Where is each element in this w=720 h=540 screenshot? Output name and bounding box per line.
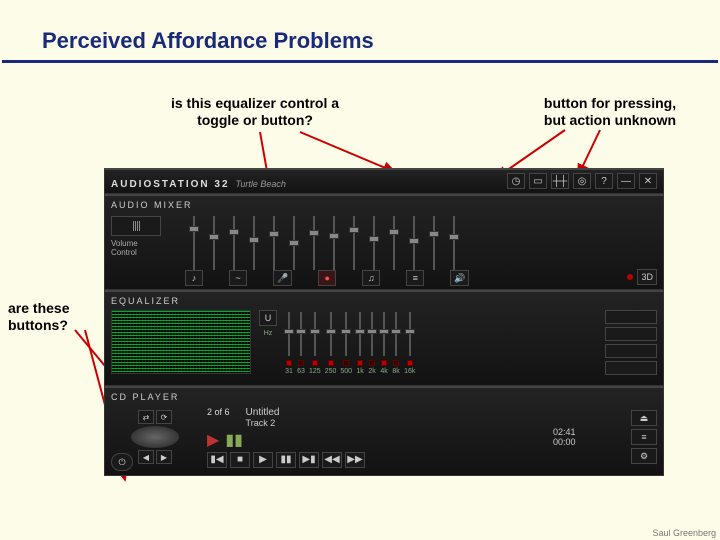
record-icon[interactable]: ●	[318, 270, 336, 286]
eq-band-toggle[interactable]	[328, 360, 334, 366]
app-titlebar: AUDIOSTATION 32 Turtle Beach ◷ ▭ ┼┼ ◎ ? …	[104, 168, 664, 194]
cd-tool-button[interactable]: ⚙	[631, 448, 657, 464]
eq-u-button[interactable]: U	[259, 310, 277, 326]
next-button[interactable]: ▶▮	[299, 452, 319, 468]
clock-icon[interactable]: ◷	[507, 173, 525, 189]
eq-slider[interactable]	[406, 310, 414, 358]
mixer-slider[interactable]	[249, 214, 259, 272]
cd-mode-button[interactable]: ⇄	[138, 410, 154, 424]
cd-skip-right[interactable]: ▶	[156, 450, 172, 464]
mixer-slider[interactable]	[309, 214, 319, 272]
cd-title: CD PLAYER	[111, 392, 657, 402]
folder-icon[interactable]: ▭	[529, 173, 547, 189]
eq-preset-button[interactable]	[605, 361, 657, 375]
speaker-icon[interactable]: 🔊	[450, 270, 469, 286]
ffwd-button[interactable]: ▶▶	[345, 452, 365, 468]
cd-skip-left[interactable]: ◀	[138, 450, 154, 464]
cd-counter: 2 of 6	[207, 407, 230, 417]
mic-icon[interactable]: 🎤	[273, 270, 292, 286]
cd-mode-button[interactable]: ⟳	[156, 410, 172, 424]
pause-indicator-icon: ▮▮	[225, 430, 243, 450]
equalizer-title: EQUALIZER	[111, 296, 657, 306]
eq-band-toggle[interactable]	[298, 360, 304, 366]
eq-slider[interactable]	[285, 310, 293, 358]
eq-preset-button[interactable]	[605, 344, 657, 358]
cd-list-button[interactable]: ≡	[631, 429, 657, 445]
mixer-slider[interactable]	[449, 214, 459, 272]
eq-hz-label: Hz	[264, 330, 273, 337]
minimize-icon[interactable]: —	[617, 173, 635, 189]
eq-slider[interactable]	[368, 310, 376, 358]
mixer-slider[interactable]	[329, 214, 339, 272]
globe-icon[interactable]: ◎	[573, 173, 591, 189]
rew-button[interactable]: ◀◀	[322, 452, 342, 468]
mixer-slider[interactable]	[229, 214, 239, 272]
app-brand-name: AUDIOSTATION 32	[111, 179, 230, 190]
eq-band-toggle[interactable]	[407, 360, 413, 366]
equalizer-section: EQUALIZER U Hz 31 63 125 250 500 1k 2k 4…	[104, 290, 664, 386]
graph-icon[interactable]: ┼┼	[551, 173, 569, 189]
eq-band-toggle[interactable]	[381, 360, 387, 366]
cd-disc-icon	[131, 426, 179, 448]
stop-button[interactable]: ■	[230, 452, 250, 468]
mixer-slider[interactable]	[189, 214, 199, 272]
eq-sliders: 31 63 125 250 500 1k 2k 4k 8k 16k	[285, 310, 593, 375]
eq-slider[interactable]	[356, 310, 364, 358]
eq-slider[interactable]	[297, 310, 305, 358]
eq-slider[interactable]	[311, 310, 319, 358]
wave-icon[interactable]: ~	[229, 270, 247, 286]
mixer-title: AUDIO MIXER	[111, 200, 657, 210]
play-button[interactable]: ▶	[253, 452, 273, 468]
eq-band-toggle[interactable]	[369, 360, 375, 366]
eq-preset-button[interactable]	[605, 327, 657, 341]
cd-time-elapsed: 02:41	[553, 427, 623, 437]
eq-slider[interactable]	[392, 310, 400, 358]
eq-band-toggle[interactable]	[357, 360, 363, 366]
mixer-slider[interactable]	[389, 214, 399, 272]
app-brand-sub: Turtle Beach	[236, 179, 286, 189]
cd-time-total: 00:00	[553, 437, 623, 447]
mixer-slider[interactable]	[409, 214, 419, 272]
eq-visualizer	[111, 310, 251, 374]
play-indicator-icon: ▶	[207, 430, 219, 450]
slide-credit: Saul Greenberg	[652, 528, 716, 538]
eq-band-toggle[interactable]	[286, 360, 292, 366]
mixer-slider[interactable]	[269, 214, 279, 272]
cd-eject-button[interactable]: ⏏	[631, 410, 657, 426]
eq-slider[interactable]	[380, 310, 388, 358]
mixer-sliders	[189, 214, 459, 272]
eq-band-toggle[interactable]	[393, 360, 399, 366]
volume-label: VolumeControl	[111, 240, 181, 258]
mixer-slider[interactable]	[209, 214, 219, 272]
mixer-section: AUDIO MIXER VolumeControl	[104, 194, 664, 290]
line-icon[interactable]: ≡	[406, 270, 424, 286]
help-icon[interactable]: ?	[595, 173, 613, 189]
cd-track-title: Untitled	[246, 407, 280, 418]
mixer-slider[interactable]	[349, 214, 359, 272]
mixer-led	[627, 274, 633, 280]
mixer-3d-button[interactable]: 3D	[637, 269, 657, 285]
eq-band-toggle[interactable]	[312, 360, 318, 366]
eq-slider[interactable]	[327, 310, 335, 358]
mixer-slider[interactable]	[369, 214, 379, 272]
close-icon[interactable]: ✕	[639, 173, 657, 189]
cd-power-button[interactable]: ⏻	[111, 453, 133, 471]
cd-track-sub: Track 2	[246, 418, 280, 428]
mixer-slider[interactable]	[289, 214, 299, 272]
volume-control-button[interactable]	[111, 216, 161, 236]
music-note-icon[interactable]: ♪	[185, 270, 203, 286]
prev-button[interactable]: ▮◀	[207, 452, 227, 468]
cd-player-section: CD PLAYER ⇄ ⟳ ◀ ▶ 2 of 6 Untitled T	[104, 386, 664, 476]
mixer-slider[interactable]	[429, 214, 439, 272]
audiostation-app: AUDIOSTATION 32 Turtle Beach ◷ ▭ ┼┼ ◎ ? …	[104, 168, 664, 476]
eq-band-toggle[interactable]	[343, 360, 349, 366]
pause-button[interactable]: ▮▮	[276, 452, 296, 468]
eq-preset-button[interactable]	[605, 310, 657, 324]
eq-slider[interactable]	[342, 310, 350, 358]
synth-icon[interactable]: ♫	[362, 270, 380, 286]
